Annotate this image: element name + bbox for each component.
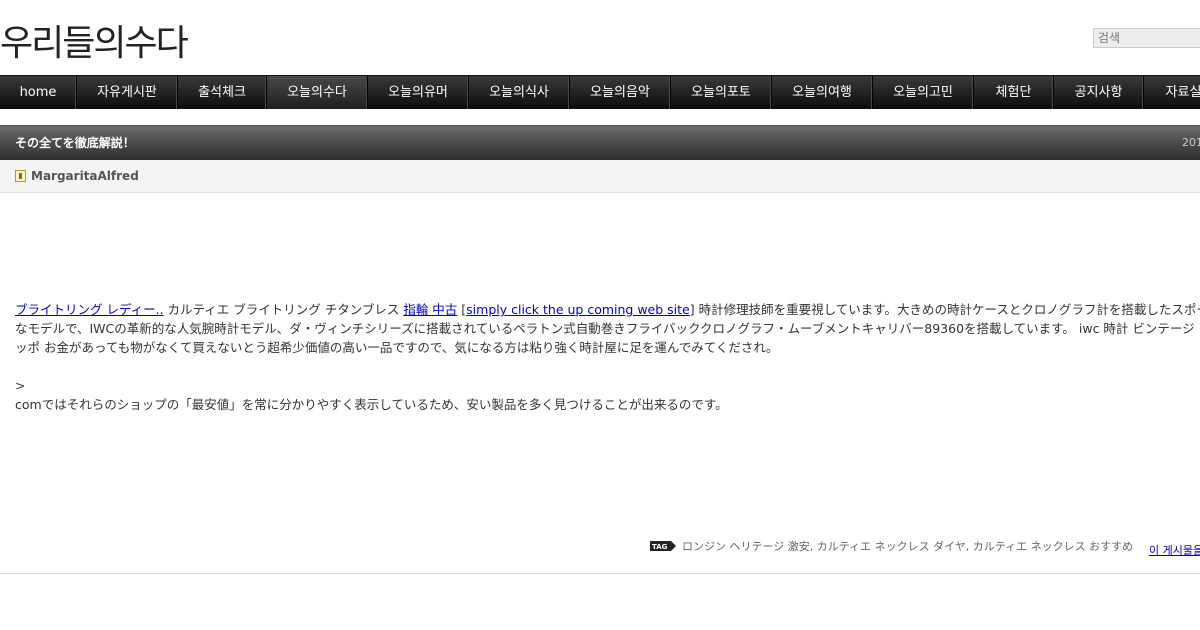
nav-item-attendance[interactable]: 출석체크 — [178, 76, 267, 109]
tag-list[interactable]: ロンジン ヘリテージ 激安, カルティエ ネックレス ダイヤ, カルティエ ネッ… — [682, 539, 1133, 555]
main-nav: home 자유게시판 출석체크 오늘의수다 오늘의유머 오늘의식사 오늘의음악 오늘의포토 오늘… — [0, 75, 1200, 109]
tag-icon: TAG — [650, 541, 676, 551]
nav-item-home[interactable]: home — [0, 76, 77, 109]
content-line: ブライトリング レディー.. カルティエ ブライトリング チタンブレス 指輪 中… — [15, 300, 1200, 319]
author-name[interactable]: MargaritaAlfred — [31, 160, 139, 192]
content-text: [ — [457, 302, 467, 317]
post-title[interactable]: その全てを徹底解説！ — [15, 126, 135, 160]
site-title[interactable]: 우리들의수다 — [0, 14, 189, 66]
content-line: comではそれらのショップの「最安値」を常に分かりやすく表示しているため、安い製… — [15, 397, 728, 412]
nav-item-experience[interactable]: 체험단 — [974, 76, 1054, 109]
post-header: その全てを徹底解説！ 201 — [0, 125, 1200, 160]
content-link-breitling[interactable]: ブライトリング レディー.. — [15, 302, 164, 317]
content-line — [15, 357, 1200, 376]
nav-item-today-meal[interactable]: 오늘의식사 — [469, 76, 570, 109]
member-icon — [15, 170, 26, 182]
nav-item-today-worry[interactable]: 오늘의고민 — [873, 76, 974, 109]
post-content: ブライトリング レディー.. カルティエ ブライトリング チタンブレス 指輪 中… — [15, 300, 1200, 414]
nav-item-today-travel[interactable]: 오늘의여행 — [772, 76, 873, 109]
divider — [0, 573, 1200, 574]
author-bar: MargaritaAlfred — [0, 160, 1200, 193]
content-line: > — [15, 378, 26, 393]
nav-item-today-humor[interactable]: 오늘의유머 — [368, 76, 469, 109]
nav-item-free-board[interactable]: 자유게시판 — [77, 76, 178, 109]
content-text: カルティエ ブライトリング チタンブレス — [163, 302, 404, 317]
content-text: ] 時計修理技師を重要視しています。大きめの時計ケースとクロノグラフ計を搭載した… — [689, 302, 1200, 317]
nav-item-archive[interactable]: 자료실 — [1144, 76, 1200, 109]
content-line: なモデルで、IWCの革新的な人気腕時計モデル、ダ・ヴィンチシリーズに搭載されてい… — [15, 321, 1195, 336]
post-more-link[interactable]: 이 게시물을 — [1149, 542, 1200, 558]
content-link-ring[interactable]: 指輪 中古 — [403, 302, 457, 317]
search-input[interactable] — [1093, 28, 1200, 48]
tag-icon-label: TAG — [652, 543, 668, 551]
post-date: 201 — [1182, 136, 1200, 149]
nav-item-notice[interactable]: 공지사항 — [1054, 76, 1144, 109]
nav-item-today-photo[interactable]: 오늘의포토 — [671, 76, 772, 109]
nav-item-today-chat[interactable]: 오늘의수다 — [267, 76, 368, 109]
content-link-website[interactable]: simply click the up coming web site — [466, 302, 690, 317]
content-line: ッポ お金があっても物がなくて買えないとう超希少価値の高い一品ですので、気になる… — [15, 340, 779, 355]
nav-item-today-music[interactable]: 오늘의음악 — [570, 76, 671, 109]
